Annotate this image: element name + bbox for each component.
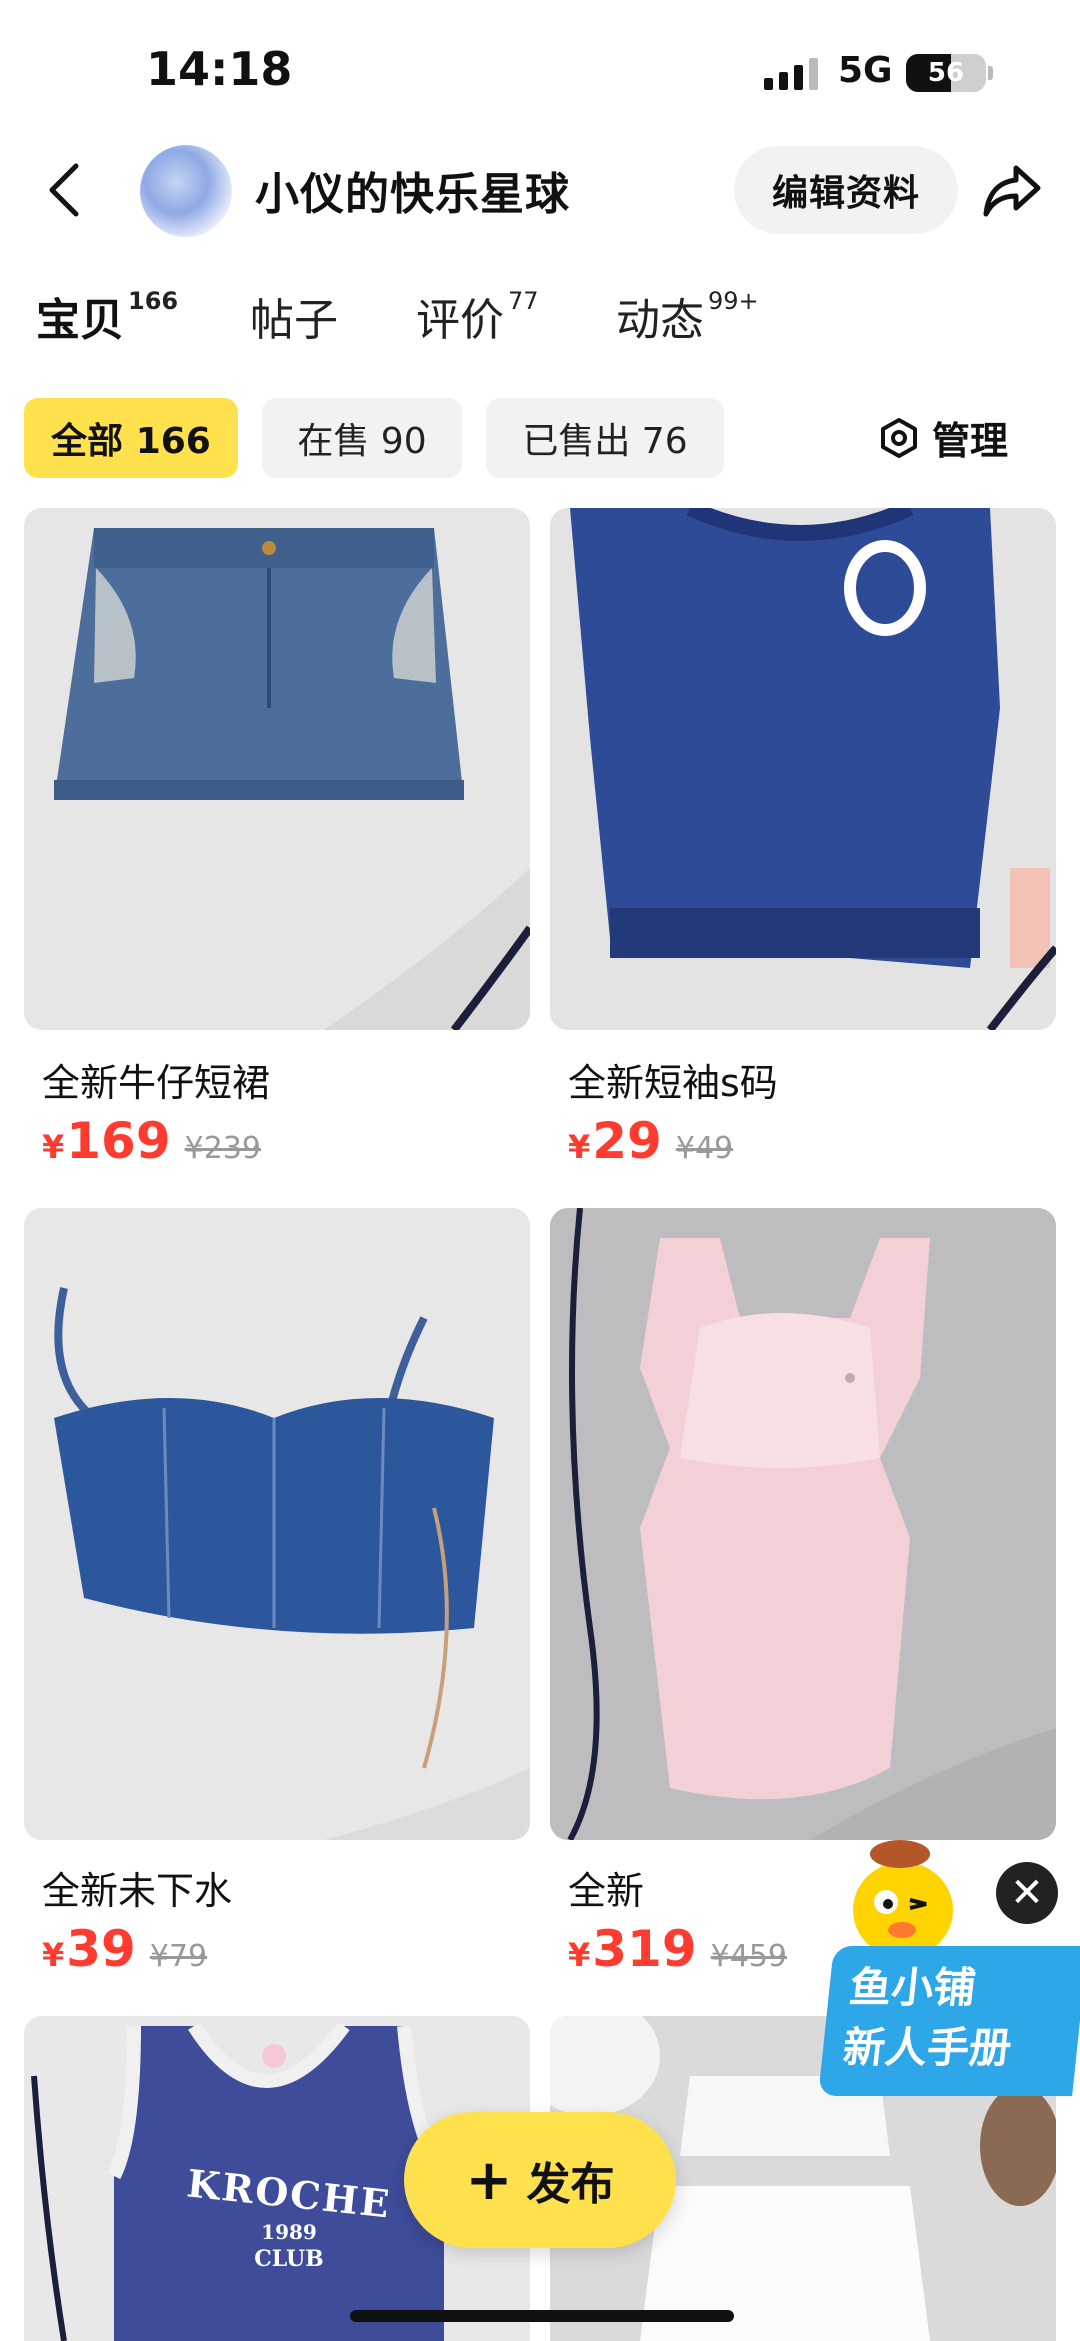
- tank-print-sub: CLUB: [254, 2246, 324, 2272]
- product-price: ¥ 169 ¥239: [42, 1112, 261, 1170]
- status-time: 14:18: [146, 42, 293, 96]
- original-price: ¥459: [710, 1939, 787, 1974]
- filter-all[interactable]: 全部 166: [24, 398, 238, 478]
- price-currency: ¥: [568, 1936, 591, 1974]
- price-currency: ¥: [42, 1128, 65, 1166]
- battery-icon: 56: [906, 54, 986, 92]
- mascot-icon[interactable]: [838, 1832, 968, 1962]
- network-type: 5G: [838, 50, 893, 91]
- manage-button[interactable]: 管理: [878, 410, 1008, 465]
- battery-level: 56: [927, 58, 965, 88]
- price-value: 319: [592, 1920, 697, 1978]
- tab-activity-label: 动态: [616, 295, 704, 346]
- tab-reviews-count: 77: [508, 287, 539, 316]
- plus-icon: +: [465, 2147, 513, 2213]
- close-icon: ✕: [1010, 1870, 1044, 1916]
- product-price: ¥ 39 ¥79: [42, 1920, 207, 1978]
- publish-button[interactable]: + 发布: [404, 2112, 676, 2248]
- manage-settings-icon: [881, 417, 917, 458]
- tab-posts-label: 帖子: [250, 295, 338, 346]
- edit-profile-button[interactable]: 编辑资料: [734, 146, 958, 234]
- denim-skirt-photo: [24, 508, 530, 1030]
- manage-label: 管理: [932, 419, 1009, 463]
- status-bar: 14:18 5G 56: [0, 0, 1080, 130]
- product-price: ¥ 319 ¥459: [568, 1920, 787, 1978]
- tab-posts[interactable]: 帖子: [250, 284, 338, 348]
- tab-reviews-label: 评价: [416, 295, 504, 346]
- shop-avatar[interactable]: [140, 145, 232, 237]
- original-price: ¥79: [149, 1939, 208, 1974]
- price-value: 29: [592, 1112, 662, 1170]
- product-image-pink-dress[interactable]: [550, 1208, 1056, 1840]
- close-promo-button[interactable]: ✕: [996, 1862, 1058, 1924]
- home-indicator: [350, 2310, 734, 2322]
- product-image-blue-top[interactable]: [550, 508, 1056, 1030]
- back-arrow-icon[interactable]: [40, 160, 90, 220]
- tab-items-label: 宝贝: [36, 295, 124, 346]
- denim-corset-photo: [24, 1208, 530, 1840]
- tab-items[interactable]: 宝贝 166: [36, 284, 178, 348]
- product-price: ¥ 29 ¥49: [568, 1112, 733, 1170]
- promo-line2: 新人手册: [840, 2023, 1014, 2072]
- product-title[interactable]: 全新: [568, 1860, 644, 1915]
- share-icon[interactable]: [980, 158, 1044, 222]
- pink-dress-photo: [550, 1208, 1056, 1840]
- product-image-denim-skirt[interactable]: [24, 508, 530, 1030]
- tab-items-count: 166: [128, 287, 179, 316]
- product-title[interactable]: 全新未下水: [42, 1860, 232, 1915]
- price-value: 169: [66, 1112, 171, 1170]
- tab-activity-count: 99+: [708, 287, 759, 316]
- tank-print: KROCHE 1989 CLUB: [179, 2160, 399, 2272]
- shop-name[interactable]: 小仪的快乐星球: [255, 158, 570, 222]
- product-image-denim-corset[interactable]: [24, 1208, 530, 1840]
- newbie-guide-banner[interactable]: 鱼小铺 新人手册: [818, 1946, 1080, 2096]
- original-price: ¥239: [184, 1131, 261, 1166]
- price-value: 39: [66, 1920, 136, 1978]
- promo-line1: 鱼小铺: [846, 1963, 979, 2012]
- tab-reviews[interactable]: 评价 77: [416, 284, 539, 348]
- price-currency: ¥: [42, 1936, 65, 1974]
- original-price: ¥49: [675, 1131, 734, 1166]
- publish-label: 发布: [526, 2159, 615, 2210]
- tab-activity[interactable]: 动态 99+: [616, 284, 759, 348]
- battery-tip: [988, 66, 993, 80]
- product-title[interactable]: 全新短袖s码: [568, 1052, 778, 1107]
- blue-top-photo: [550, 508, 1056, 1030]
- filter-on-sale[interactable]: 在售 90: [262, 398, 462, 478]
- product-title[interactable]: 全新牛仔短裙: [42, 1052, 270, 1107]
- price-currency: ¥: [568, 1128, 591, 1166]
- cellular-signal-icon: [764, 58, 818, 90]
- filter-sold[interactable]: 已售出 76: [486, 398, 724, 478]
